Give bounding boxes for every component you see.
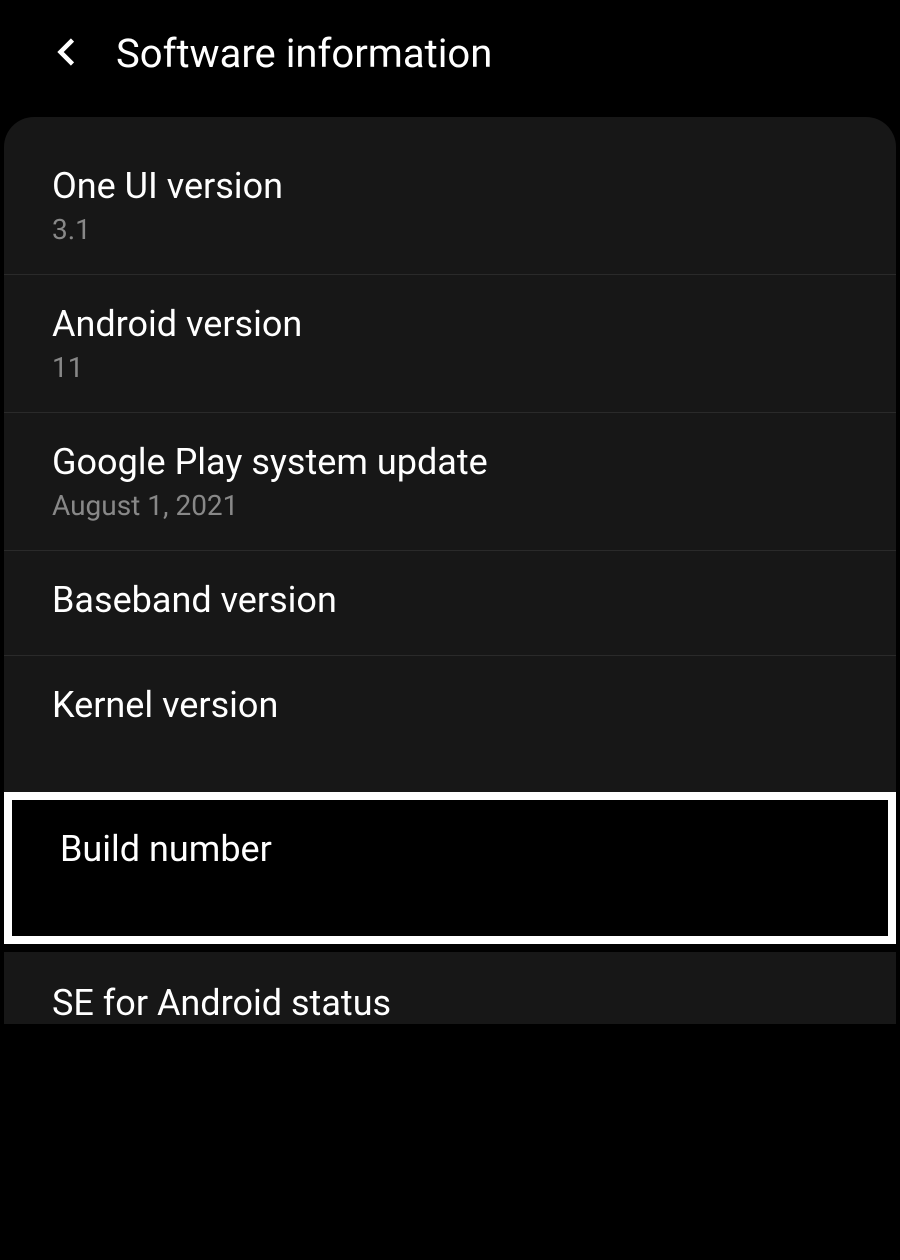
- list-item-kernel-version[interactable]: Kernel version: [4, 656, 896, 792]
- list-item-one-ui-version[interactable]: One UI version 3.1: [4, 137, 896, 275]
- list-item-android-version[interactable]: Android version 11: [4, 275, 896, 413]
- item-title: Kernel version: [52, 684, 848, 726]
- settings-list: One UI version 3.1 Android version 11 Go…: [4, 117, 896, 792]
- item-title: SE for Android status: [52, 982, 848, 1024]
- item-title: Build number: [60, 828, 840, 870]
- item-title: One UI version: [52, 165, 848, 207]
- list-item-build-number[interactable]: Build number: [4, 792, 896, 944]
- page-title: Software information: [116, 30, 492, 77]
- header: Software information: [0, 0, 900, 117]
- item-value: 3.1: [52, 213, 848, 246]
- back-icon[interactable]: [50, 34, 86, 74]
- list-item-se-android-status[interactable]: SE for Android status: [4, 952, 896, 1024]
- list-item-google-play-update[interactable]: Google Play system update August 1, 2021: [4, 413, 896, 551]
- item-value: August 1, 2021: [52, 489, 848, 522]
- list-item-baseband-version[interactable]: Baseband version: [4, 551, 896, 656]
- item-title: Google Play system update: [52, 441, 848, 483]
- item-value: 11: [52, 351, 848, 384]
- item-title: Android version: [52, 303, 848, 345]
- item-title: Baseband version: [52, 579, 848, 621]
